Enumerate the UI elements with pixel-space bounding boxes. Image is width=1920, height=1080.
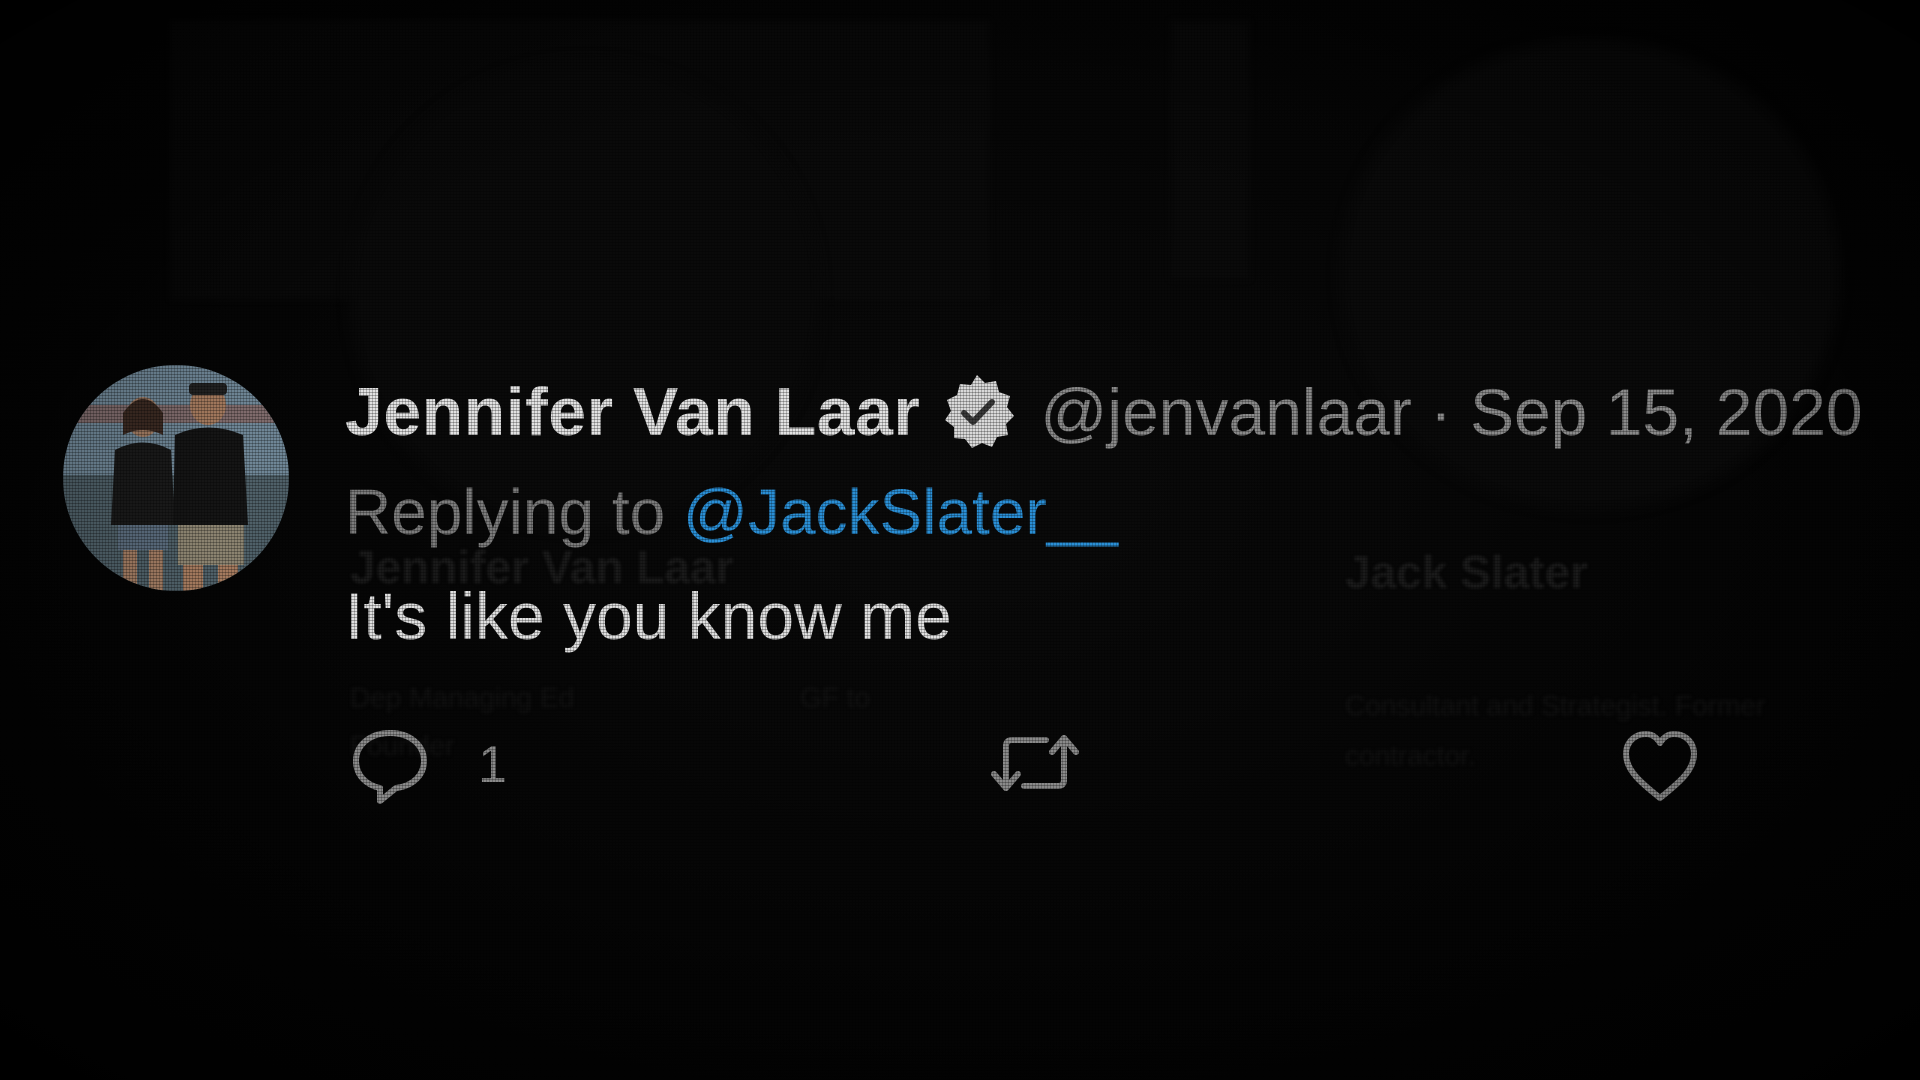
- speech-bubble-icon: [350, 725, 430, 805]
- user-handle[interactable]: @jenvanlaar: [1040, 374, 1412, 450]
- replying-to-line: Replying to @JackSlater__: [345, 475, 1118, 549]
- tweet-header: Jennifer Van Laar @jenvanlaar · Sep 15, …: [345, 372, 1863, 452]
- tweet-screen: Jennifer Van Laar Jack Slater Dep Managi…: [0, 0, 1920, 1080]
- retweet-button[interactable]: [990, 728, 1080, 798]
- replying-to-mention[interactable]: @JackSlater__: [683, 476, 1118, 548]
- background-bio-right-line2: contractor.: [1345, 740, 1476, 771]
- reply-button[interactable]: 1: [350, 725, 507, 805]
- avatar-photo: [63, 365, 289, 591]
- background-banner-strip: [1170, 20, 1250, 280]
- background-bio-left-line1: Dep Managing Ed: [350, 682, 575, 713]
- retweet-arrows-icon: [990, 728, 1080, 798]
- like-button[interactable]: [1620, 728, 1700, 804]
- reply-count: 1: [478, 736, 507, 794]
- background-name-right: Jack Slater: [1345, 546, 1588, 598]
- verified-badge-icon: [936, 371, 1018, 453]
- header-separator: ·: [1429, 375, 1452, 449]
- display-name[interactable]: Jennifer Van Laar: [345, 373, 920, 451]
- tweet-date[interactable]: Sep 15, 2020: [1470, 374, 1863, 450]
- background-bio-left-fragment: GF to: [800, 682, 871, 713]
- tweet-text: It's like you know me: [345, 579, 952, 653]
- background-avatar-left: [350, 60, 820, 530]
- heart-icon: [1620, 728, 1700, 804]
- background-bio-right-line1: Consultant and Strategist. Former: [1345, 690, 1766, 721]
- avatar[interactable]: [63, 365, 289, 591]
- replying-prefix: Replying to: [345, 476, 666, 548]
